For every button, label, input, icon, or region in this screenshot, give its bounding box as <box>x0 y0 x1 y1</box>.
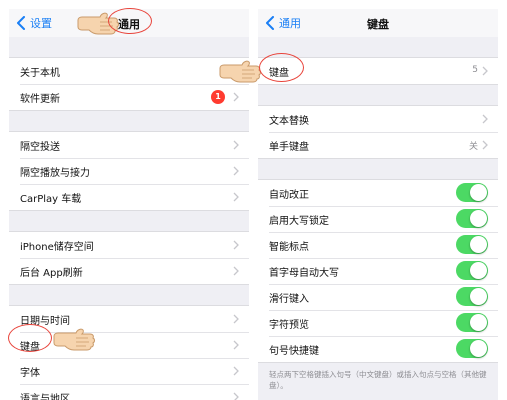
list-item-text-replacement[interactable]: 文本替换 <box>258 106 498 132</box>
toggle-knob <box>470 340 487 357</box>
list-item-label: 后台 App刷新 <box>20 267 83 279</box>
auto-correction-toggle[interactable] <box>456 183 488 202</box>
settings-group: 文本替换 单手键盘 关 <box>258 105 498 159</box>
list-item-software-update[interactable]: 软件更新 1 <box>9 84 249 110</box>
toggle-row-caps-lock: 启用大写锁定 <box>258 206 498 232</box>
highlight-circle <box>8 324 52 352</box>
chevron-right-icon <box>482 114 488 124</box>
auto-capitalization-toggle[interactable] <box>456 261 488 280</box>
chevron-right-icon <box>233 266 239 276</box>
character-preview-toggle[interactable] <box>456 313 488 332</box>
highlight-circle <box>259 53 304 82</box>
chevron-right-icon <box>233 166 239 176</box>
slide-to-type-toggle[interactable] <box>456 287 488 306</box>
list-item-label: CarPlay 车载 <box>20 193 82 205</box>
chevron-right-icon <box>233 340 239 350</box>
list-item-label: iPhone储存空间 <box>20 241 94 253</box>
chevron-right-icon <box>482 66 488 76</box>
toggle-knob <box>470 262 487 279</box>
list-item-airplay-handoff[interactable]: 隔空播放与接力 <box>9 158 249 184</box>
toggle-row-slide-to-type: 滑行键入 <box>258 284 498 310</box>
pointing-hand-icon <box>219 60 261 83</box>
toggle-knob <box>470 184 487 201</box>
navigation-bar: 通用 键盘 <box>258 9 498 37</box>
chevron-right-icon <box>233 140 239 150</box>
toggle-row-character-preview: 字符预览 <box>258 310 498 336</box>
list-item-one-handed-keyboard[interactable]: 单手键盘 关 <box>258 132 498 158</box>
toggle-row-period-shortcut: 句号快捷键 <box>258 336 498 362</box>
one-handed-value: 关 <box>468 142 478 152</box>
settings-group: 隔空投送 隔空播放与接力 CarPlay 车载 <box>9 131 249 211</box>
list-item-label: 关于本机 <box>20 67 60 79</box>
caps-lock-toggle[interactable] <box>456 209 488 228</box>
chevron-right-icon <box>233 192 239 202</box>
chevron-right-icon <box>233 392 239 400</box>
list-item-iphone-storage[interactable]: iPhone储存空间 <box>9 232 249 258</box>
chevron-right-icon <box>482 140 488 150</box>
list-item-carplay[interactable]: CarPlay 车载 <box>9 184 249 210</box>
list-item-about[interactable]: 关于本机 <box>9 58 249 84</box>
settings-group: 关于本机 软件更新 1 <box>9 57 249 111</box>
toggle-row-smart-punctuation: 智能标点 <box>258 232 498 258</box>
toggle-row-auto-correction: 自动改正 <box>258 180 498 206</box>
highlight-circle <box>108 8 152 34</box>
chevron-right-icon <box>233 314 239 324</box>
chevron-right-icon <box>233 92 239 102</box>
period-shortcut-toggle[interactable] <box>456 339 488 358</box>
pointing-hand-icon <box>53 328 95 351</box>
settings-group: iPhone储存空间 后台 App刷新 <box>9 231 249 285</box>
list-item-background-refresh[interactable]: 后台 App刷新 <box>9 258 249 284</box>
toggle-row-auto-capitalization: 首字母自动大写 <box>258 258 498 284</box>
smart-punctuation-toggle[interactable] <box>456 235 488 254</box>
list-item-label: 文本替换 <box>269 115 309 127</box>
notification-badge: 1 <box>211 90 225 104</box>
toggle-knob <box>470 314 487 331</box>
page-title: 键盘 <box>367 18 389 31</box>
list-item-label: 日期与时间 <box>20 315 70 327</box>
list-item-fonts[interactable]: 字体 <box>9 358 249 384</box>
chevron-right-icon <box>233 240 239 250</box>
keyboard-count: 5 <box>472 65 478 75</box>
settings-group: 日期与时间 键盘 字体 语言与地区 <box>9 305 249 400</box>
toggle-group: 自动改正 启用大写锁定 智能标点 首字母自动大写 滑行键入 字符预览 句号快捷键 <box>258 179 498 363</box>
list-item-label: 隔空投送 <box>20 141 60 153</box>
list-item-label: 隔空播放与接力 <box>20 167 90 179</box>
list-item-label: 语言与地区 <box>20 393 70 400</box>
list-item-label: 字体 <box>20 367 40 379</box>
toggle-knob <box>470 288 487 305</box>
list-item-label: 单手键盘 <box>269 141 309 153</box>
toggle-knob <box>470 210 487 227</box>
chevron-right-icon <box>233 366 239 376</box>
list-item-airdrop[interactable]: 隔空投送 <box>9 132 249 158</box>
list-item-language-region[interactable]: 语言与地区 <box>9 384 249 400</box>
toggle-knob <box>470 236 487 253</box>
period-shortcut-footnote: 轻点两下空格键插入句号（中文键盘）或插入句点与空格（其他键盘）。 <box>269 370 487 390</box>
